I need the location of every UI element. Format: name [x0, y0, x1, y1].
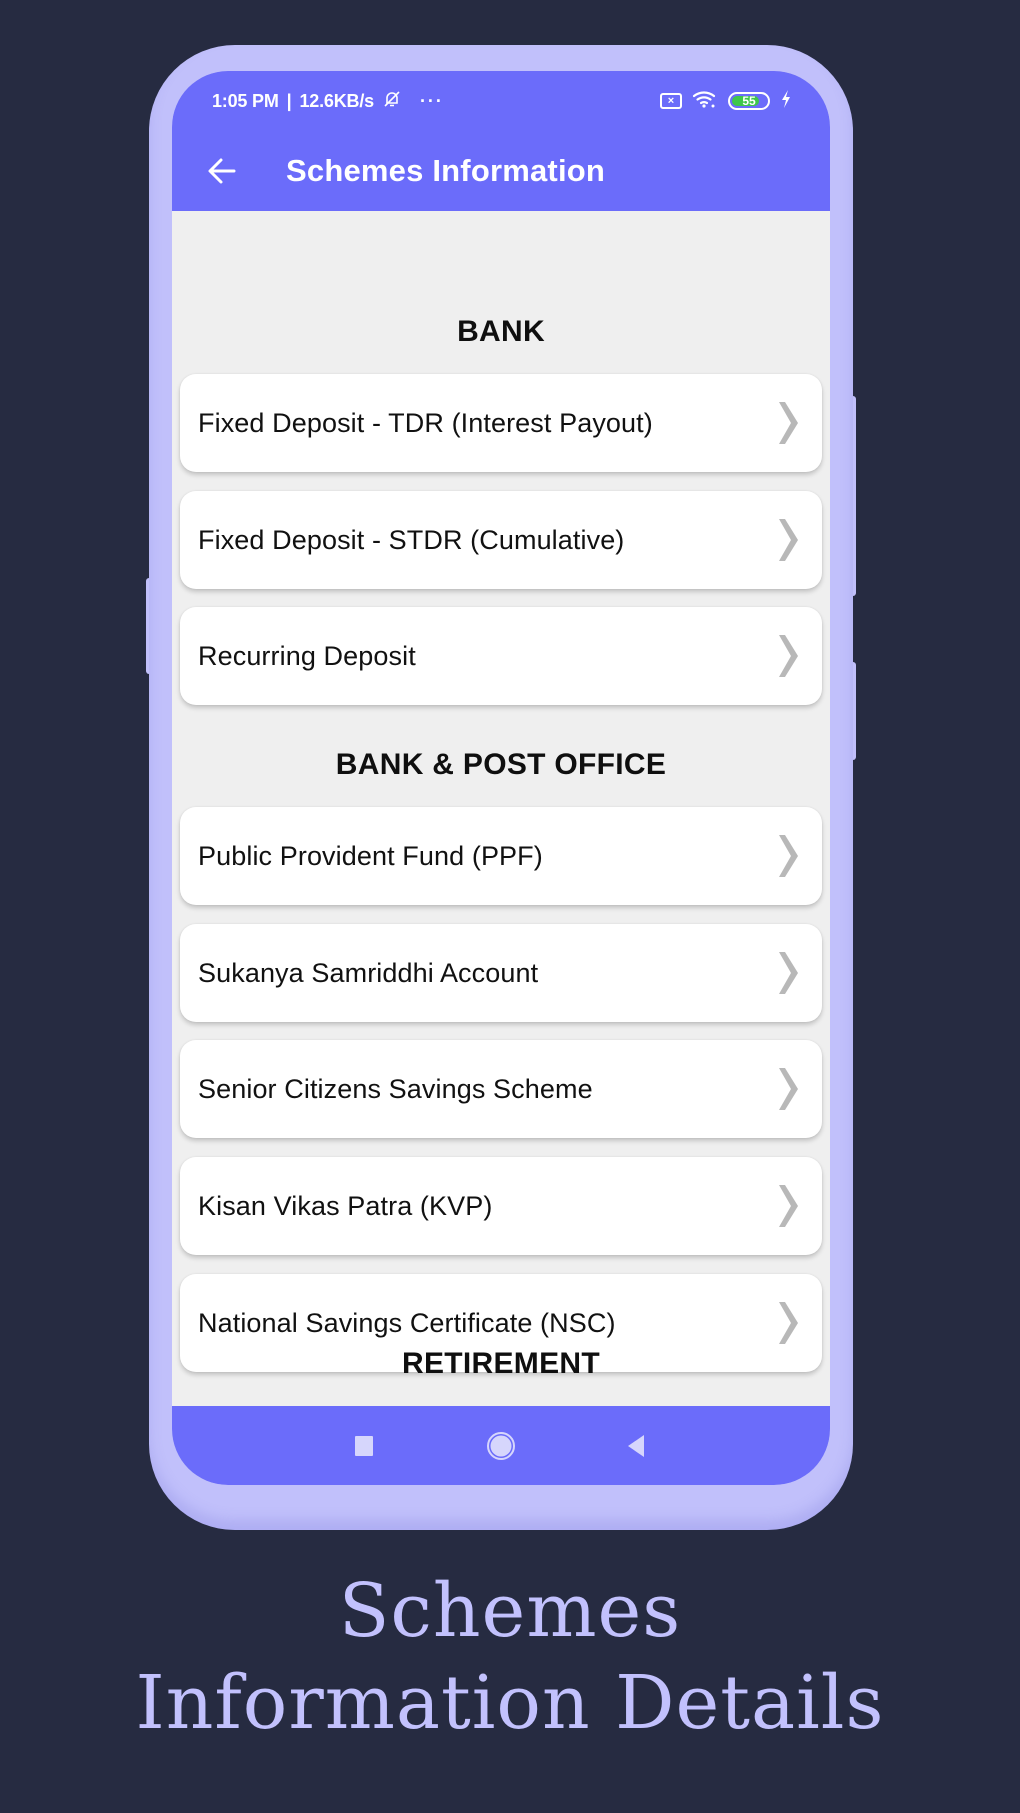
arrow-left-icon	[208, 158, 236, 184]
phone-screen: 1:05 PM | 12.6KB/s ··· × 55 Schemes Info…	[172, 71, 830, 1485]
battery-icon: 55	[728, 92, 770, 110]
section-header-bank: BANK	[457, 315, 545, 348]
list-item-label: Senior Citizens Savings Scheme	[198, 1073, 593, 1104]
sim-off-icon: ×	[660, 93, 682, 109]
list-item[interactable]: Fixed Deposit - STDR (Cumulative)	[180, 491, 822, 589]
section-header-retirement: RETIREMENT	[402, 1347, 600, 1380]
recents-square-icon	[355, 1435, 373, 1456]
list-item-label: Public Provident Fund (PPF)	[198, 840, 543, 871]
promo-caption-line1: Schemes	[338, 1568, 682, 1654]
list-item-label: National Savings Certificate (NSC)	[198, 1307, 616, 1338]
bell-muted-icon	[382, 89, 402, 114]
charging-icon	[780, 89, 792, 114]
system-nav-bar	[172, 1406, 830, 1485]
wifi-icon	[692, 89, 718, 114]
more-notifications-icon: ···	[419, 90, 444, 111]
list-item-label: Recurring Deposit	[198, 640, 416, 671]
list-item[interactable]: Public Provident Fund (PPF)	[180, 807, 822, 905]
list-item[interactable]: Sukanya Samriddhi Account	[180, 924, 822, 1022]
network-speed: 12.6KB/s	[299, 90, 374, 111]
chevron-right-icon	[779, 402, 798, 444]
chevron-right-icon	[779, 635, 798, 677]
list-item-label: Kisan Vikas Patra (KVP)	[198, 1190, 493, 1221]
home-circle-icon	[487, 1431, 515, 1460]
back-button[interactable]	[200, 149, 244, 193]
status-time: 1:05 PM	[212, 90, 279, 111]
status-separator: |	[286, 90, 292, 111]
chevron-right-icon	[779, 952, 798, 994]
list-item[interactable]: Senior Citizens Savings Scheme	[180, 1040, 822, 1138]
recents-button[interactable]	[324, 1406, 404, 1485]
battery-percent: 55	[742, 94, 756, 108]
list-item-label: Fixed Deposit - TDR (Interest Payout)	[198, 407, 653, 438]
chevron-right-icon	[779, 1302, 798, 1344]
app-bar: Schemes Information	[172, 131, 830, 211]
schemes-list[interactable]: BANK Fixed Deposit - TDR (Interest Payou…	[172, 211, 830, 1406]
page-title: Schemes Information	[286, 153, 606, 188]
chevron-right-icon	[779, 1185, 798, 1227]
list-item[interactable]: Kisan Vikas Patra (KVP)	[180, 1157, 822, 1255]
list-item-label: Fixed Deposit - STDR (Cumulative)	[198, 524, 625, 555]
status-bar: 1:05 PM | 12.6KB/s ··· × 55	[172, 71, 830, 131]
home-button[interactable]	[461, 1406, 541, 1485]
back-triangle-icon	[628, 1434, 644, 1457]
section-header-bank-post-office: BANK & POST OFFICE	[335, 748, 667, 781]
chevron-right-icon	[779, 1068, 798, 1110]
system-back-button[interactable]	[596, 1406, 676, 1485]
promo-caption-line2: Information Details	[135, 1660, 885, 1746]
chevron-right-icon	[779, 835, 798, 877]
chevron-right-icon	[779, 519, 798, 561]
list-item-label: Sukanya Samriddhi Account	[198, 957, 539, 988]
list-item[interactable]: Fixed Deposit - TDR (Interest Payout)	[180, 374, 822, 472]
list-item[interactable]: Recurring Deposit	[180, 607, 822, 705]
